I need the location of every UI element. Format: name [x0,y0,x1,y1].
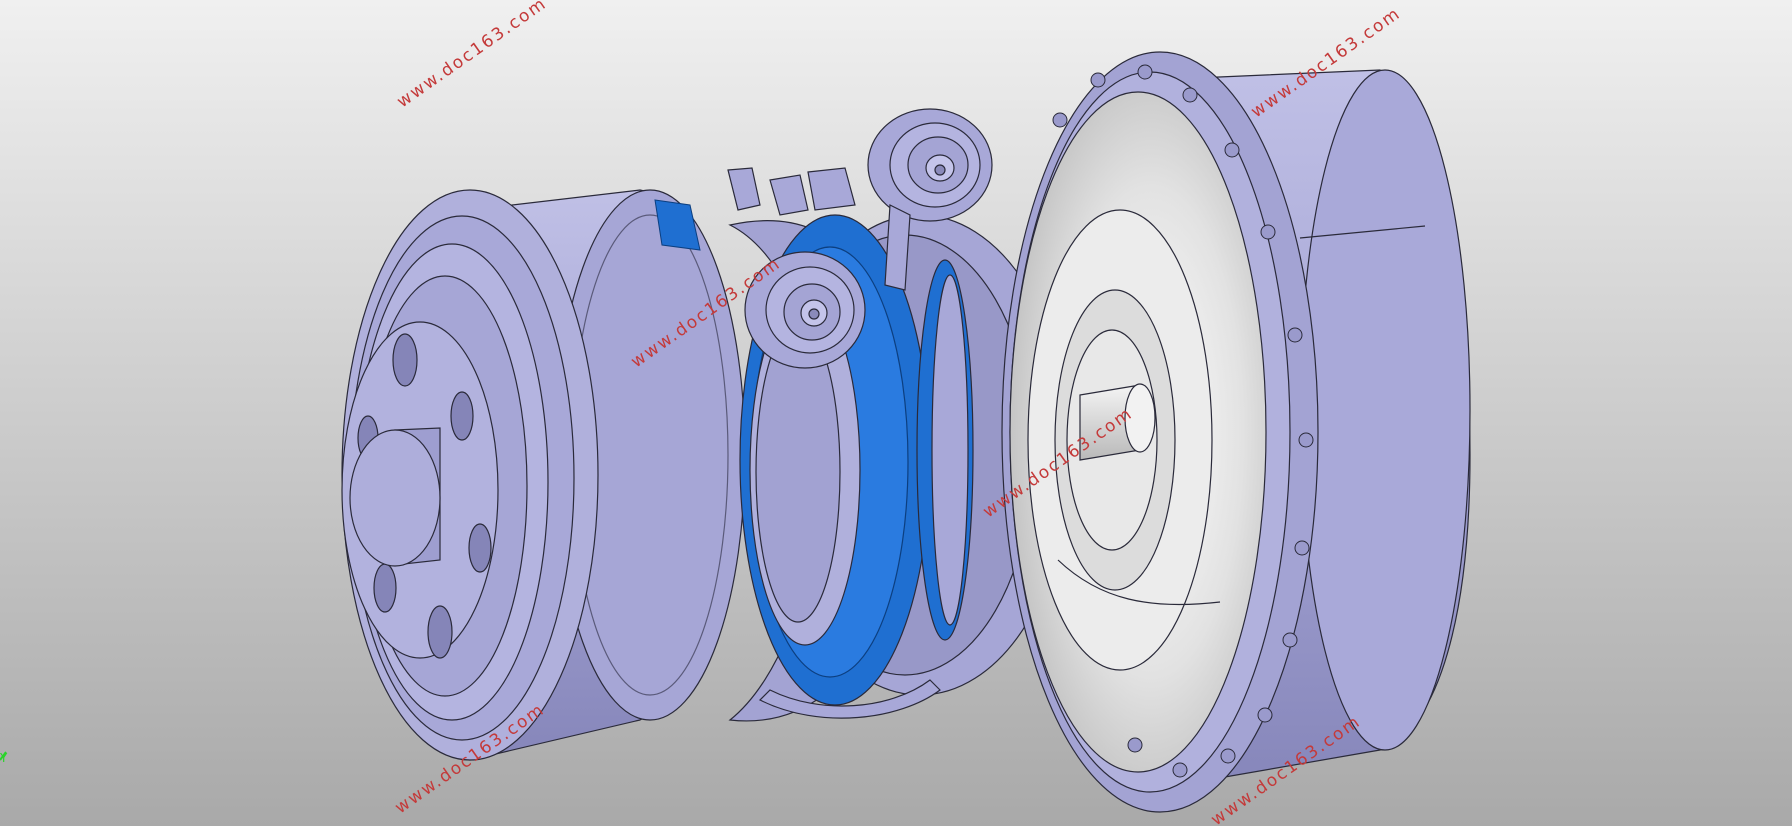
bolt-hole-icon [450,391,474,441]
bolt-hole-icon [468,523,492,573]
axis-y-label: Y [0,751,8,765]
cad-3d-viewport[interactable]: www.doc163.com www.doc163.com www.doc163… [0,0,1792,826]
bolt-hole-icon [427,605,453,659]
model-canvas[interactable]: www.doc163.com www.doc163.com www.doc163… [0,0,1792,826]
axis-triad: Y [0,751,8,765]
bolt-hole-icon [392,333,418,387]
hub-boss[interactable] [349,429,441,567]
left-drum-housing[interactable] [341,189,746,761]
pump-housing[interactable] [1001,51,1471,813]
bolt-hole-icon [373,563,397,613]
